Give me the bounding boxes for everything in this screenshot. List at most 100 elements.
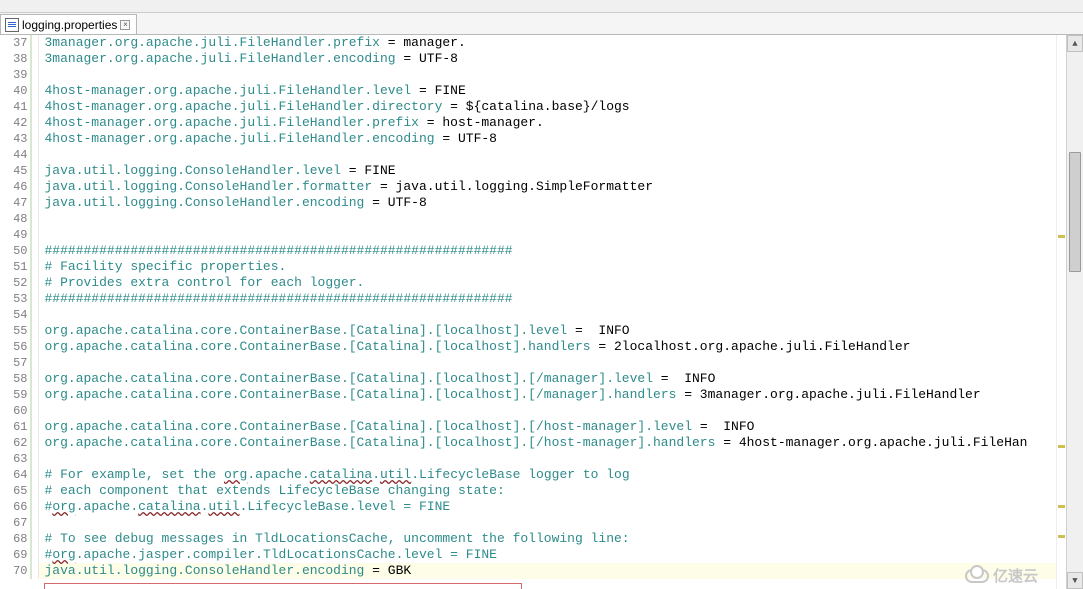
code-line[interactable]: 39 xyxy=(0,67,1066,83)
code-text[interactable]: org.apache.catalina.core.ContainerBase.[… xyxy=(38,339,1066,355)
line-number: 63 xyxy=(0,451,38,467)
code-line[interactable]: 68# To see debug messages in TldLocation… xyxy=(0,531,1066,547)
line-number: 53 xyxy=(0,291,38,307)
code-text[interactable]: # each component that extends LifecycleB… xyxy=(38,483,1066,499)
code-line[interactable]: 46java.util.logging.ConsoleHandler.forma… xyxy=(0,179,1066,195)
code-text[interactable]: 4host-manager.org.apache.juli.FileHandle… xyxy=(38,131,1066,147)
line-number: 42 xyxy=(0,115,38,131)
code-text[interactable]: 4host-manager.org.apache.juli.FileHandle… xyxy=(38,115,1066,131)
code-line[interactable]: 45java.util.logging.ConsoleHandler.level… xyxy=(0,163,1066,179)
overview-mark[interactable] xyxy=(1058,235,1065,238)
code-text[interactable] xyxy=(38,403,1066,419)
code-text[interactable]: #org.apache.catalina.util.LifecycleBase.… xyxy=(38,499,1066,515)
line-number: 61 xyxy=(0,419,38,435)
close-icon[interactable]: × xyxy=(120,20,130,30)
code-text[interactable]: # Facility specific properties. xyxy=(38,259,1066,275)
code-text[interactable]: ########################################… xyxy=(38,243,1066,259)
overview-mark[interactable] xyxy=(1058,505,1065,508)
code-line[interactable]: 404host-manager.org.apache.juli.FileHand… xyxy=(0,83,1066,99)
code-text[interactable]: # To see debug messages in TldLocationsC… xyxy=(38,531,1066,547)
code-text[interactable] xyxy=(38,67,1066,83)
code-table: 373manager.org.apache.juli.FileHandler.p… xyxy=(0,35,1066,579)
code-text[interactable]: # For example, set the org.apache.catali… xyxy=(38,467,1066,483)
line-number: 62 xyxy=(0,435,38,451)
code-line[interactable]: 52# Provides extra control for each logg… xyxy=(0,275,1066,291)
vertical-scrollbar[interactable]: ▲ ▼ xyxy=(1066,35,1083,589)
code-text[interactable]: org.apache.catalina.core.ContainerBase.[… xyxy=(38,419,1066,435)
code-line[interactable]: 63 xyxy=(0,451,1066,467)
line-number: 38 xyxy=(0,51,38,67)
code-line[interactable]: 434host-manager.org.apache.juli.FileHand… xyxy=(0,131,1066,147)
code-text[interactable]: 3manager.org.apache.juli.FileHandler.enc… xyxy=(38,51,1066,67)
line-number: 51 xyxy=(0,259,38,275)
overview-ruler[interactable] xyxy=(1056,35,1066,589)
line-number: 69 xyxy=(0,547,38,563)
code-text[interactable] xyxy=(38,211,1066,227)
code-text[interactable]: org.apache.catalina.core.ContainerBase.[… xyxy=(38,435,1066,451)
line-number: 65 xyxy=(0,483,38,499)
overview-mark[interactable] xyxy=(1058,445,1065,448)
code-line[interactable]: 69#org.apache.jasper.compiler.TldLocatio… xyxy=(0,547,1066,563)
code-line[interactable]: 70java.util.logging.ConsoleHandler.encod… xyxy=(0,563,1066,579)
line-number: 60 xyxy=(0,403,38,419)
code-text[interactable]: 4host-manager.org.apache.juli.FileHandle… xyxy=(38,99,1066,115)
code-line[interactable]: 54 xyxy=(0,307,1066,323)
code-text[interactable]: ########################################… xyxy=(38,291,1066,307)
line-number: 41 xyxy=(0,99,38,115)
file-tab[interactable]: logging.properties × xyxy=(0,14,137,34)
code-text[interactable]: java.util.logging.ConsoleHandler.formatt… xyxy=(38,179,1066,195)
code-line[interactable]: 53######################################… xyxy=(0,291,1066,307)
code-line[interactable]: 65# each component that extends Lifecycl… xyxy=(0,483,1066,499)
code-line[interactable]: 44 xyxy=(0,147,1066,163)
code-text[interactable]: #org.apache.jasper.compiler.TldLocations… xyxy=(38,547,1066,563)
code-text[interactable]: 3manager.org.apache.juli.FileHandler.pre… xyxy=(38,35,1066,51)
line-number: 52 xyxy=(0,275,38,291)
code-text[interactable]: org.apache.catalina.core.ContainerBase.[… xyxy=(38,387,1066,403)
overview-mark[interactable] xyxy=(1058,535,1065,538)
code-text[interactable] xyxy=(38,355,1066,371)
scroll-up-arrow-icon[interactable]: ▲ xyxy=(1067,35,1083,52)
code-line[interactable]: 383manager.org.apache.juli.FileHandler.e… xyxy=(0,51,1066,67)
code-line[interactable]: 56org.apache.catalina.core.ContainerBase… xyxy=(0,339,1066,355)
code-text[interactable]: org.apache.catalina.core.ContainerBase.[… xyxy=(38,371,1066,387)
code-line[interactable]: 373manager.org.apache.juli.FileHandler.p… xyxy=(0,35,1066,51)
scroll-down-arrow-icon[interactable]: ▼ xyxy=(1067,572,1083,589)
scrollbar-thumb[interactable] xyxy=(1069,152,1081,272)
code-line[interactable]: 55org.apache.catalina.core.ContainerBase… xyxy=(0,323,1066,339)
code-line[interactable]: 66#org.apache.catalina.util.LifecycleBas… xyxy=(0,499,1066,515)
code-line[interactable]: 48 xyxy=(0,211,1066,227)
code-text[interactable]: 4host-manager.org.apache.juli.FileHandle… xyxy=(38,83,1066,99)
code-line[interactable]: 424host-manager.org.apache.juli.FileHand… xyxy=(0,115,1066,131)
code-text[interactable]: java.util.logging.ConsoleHandler.encodin… xyxy=(38,563,1066,579)
code-text[interactable]: java.util.logging.ConsoleHandler.level =… xyxy=(38,163,1066,179)
code-text[interactable] xyxy=(38,515,1066,531)
code-line[interactable]: 414host-manager.org.apache.juli.FileHand… xyxy=(0,99,1066,115)
code-text[interactable]: org.apache.catalina.core.ContainerBase.[… xyxy=(38,323,1066,339)
code-line[interactable]: 49 xyxy=(0,227,1066,243)
code-line[interactable]: 50######################################… xyxy=(0,243,1066,259)
code-line[interactable]: 64# For example, set the org.apache.cata… xyxy=(0,467,1066,483)
code-line[interactable]: 59org.apache.catalina.core.ContainerBase… xyxy=(0,387,1066,403)
line-number: 37 xyxy=(0,35,38,51)
scrollbar-track[interactable] xyxy=(1067,52,1083,572)
code-text[interactable] xyxy=(38,307,1066,323)
line-number: 43 xyxy=(0,131,38,147)
code-line[interactable]: 67 xyxy=(0,515,1066,531)
code-text[interactable]: java.util.logging.ConsoleHandler.encodin… xyxy=(38,195,1066,211)
code-line[interactable]: 60 xyxy=(0,403,1066,419)
line-number: 48 xyxy=(0,211,38,227)
line-number: 40 xyxy=(0,83,38,99)
code-line[interactable]: 58org.apache.catalina.core.ContainerBase… xyxy=(0,371,1066,387)
code-text[interactable]: # Provides extra control for each logger… xyxy=(38,275,1066,291)
code-line[interactable]: 47java.util.logging.ConsoleHandler.encod… xyxy=(0,195,1066,211)
code-text[interactable] xyxy=(38,147,1066,163)
code-line[interactable]: 61org.apache.catalina.core.ContainerBase… xyxy=(0,419,1066,435)
code-text[interactable] xyxy=(38,451,1066,467)
code-line[interactable]: 62org.apache.catalina.core.ContainerBase… xyxy=(0,435,1066,451)
editor-viewport[interactable]: 373manager.org.apache.juli.FileHandler.p… xyxy=(0,35,1066,589)
properties-file-icon xyxy=(5,18,19,32)
code-line[interactable]: 57 xyxy=(0,355,1066,371)
line-number: 55 xyxy=(0,323,38,339)
code-text[interactable] xyxy=(38,227,1066,243)
code-line[interactable]: 51# Facility specific properties. xyxy=(0,259,1066,275)
